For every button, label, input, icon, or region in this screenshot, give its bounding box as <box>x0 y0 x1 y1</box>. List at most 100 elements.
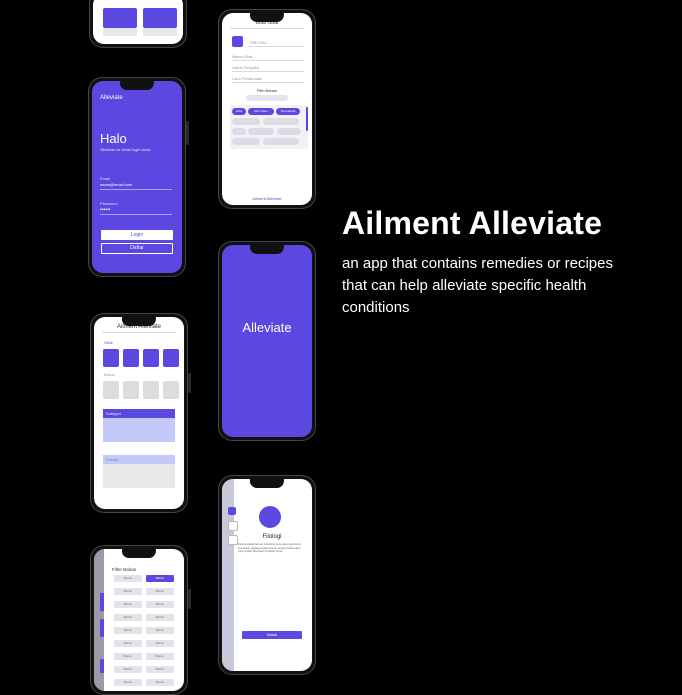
chip[interactable] <box>232 138 260 145</box>
kategori-card-body[interactable] <box>103 418 175 442</box>
filter-option[interactable]: Bahan <box>146 588 174 595</box>
kategori-label: Kategori <box>106 411 121 416</box>
obat-card[interactable] <box>123 349 139 367</box>
filter-option[interactable]: Bahan <box>114 666 142 673</box>
phone-top-partial <box>89 0 187 48</box>
filter-option[interactable]: Bahan <box>114 588 142 595</box>
filter-option[interactable]: Bahan <box>146 640 174 647</box>
chip-selected[interactable]: Temulawak <box>276 108 300 115</box>
chip[interactable] <box>232 118 260 125</box>
rail-accent <box>100 593 104 611</box>
chip[interactable] <box>248 128 274 135</box>
notch <box>249 245 285 254</box>
login-screen: Alleviate Halo Silahkan isi detail login… <box>92 81 182 273</box>
home-screen: Ailment Alleviate Obat Bahan Kategori Fa… <box>94 317 184 509</box>
screen <box>93 0 183 44</box>
login-subtitle: Silahkan isi detail login anda <box>100 147 151 152</box>
phone-create: Buat Obat Pilih Foto Nama Obat Untuk Pen… <box>218 9 316 209</box>
filter-option[interactable]: Bahan <box>146 666 174 673</box>
obat-card[interactable] <box>163 349 179 367</box>
filter-option[interactable]: Bahan <box>114 653 142 660</box>
scrollbar[interactable] <box>306 107 308 131</box>
bahan-card[interactable] <box>103 381 119 399</box>
section-obat: Obat <box>104 340 113 345</box>
phone-filter: Filter Bahan Bahan Bahan Bahan Bahan Bahan Ba… <box>90 545 191 695</box>
bahan-card[interactable] <box>163 381 179 399</box>
filter-option[interactable]: Bahan <box>114 640 142 647</box>
field-nama-obat[interactable]: Nama Obat <box>232 54 252 59</box>
filter-title: Filter Bahan <box>112 567 137 572</box>
divider <box>232 60 304 61</box>
chip-selected[interactable]: Jahe <box>232 108 246 115</box>
notch <box>121 549 157 558</box>
splash-brand: Alleviate <box>242 320 292 335</box>
obat-card[interactable] <box>143 349 159 367</box>
divider <box>232 82 304 83</box>
filter-option[interactable]: Bahan <box>146 653 174 660</box>
phone-home: Ailment Alleviate Obat Bahan Kategori Fa… <box>90 313 191 513</box>
phone-splash: Alleviate <box>218 241 316 441</box>
filter-option[interactable]: Bahan <box>114 627 142 634</box>
password-label: Password <box>100 201 118 206</box>
notch <box>249 13 285 22</box>
create-screen: Buat Obat Pilih Foto Nama Obat Untuk Pen… <box>222 13 312 205</box>
divider <box>232 71 304 72</box>
rail-icon[interactable] <box>228 521 238 531</box>
favorit-label: Favorit <box>106 457 119 462</box>
detail-image <box>259 506 281 528</box>
obat-card[interactable] <box>103 349 119 367</box>
notch <box>121 317 157 326</box>
detail-body: Filologi adalah ramuan tradisional yang … <box>238 543 301 554</box>
filter-option[interactable]: Bahan <box>146 614 174 621</box>
divider <box>248 46 304 47</box>
chip[interactable] <box>277 128 301 135</box>
favorit-card-header[interactable]: Favorit <box>103 455 175 464</box>
detail-title: Filologi <box>262 534 282 540</box>
filter-option[interactable]: Bahan <box>114 601 142 608</box>
filter-option[interactable]: Bahan <box>114 614 142 621</box>
side-button <box>188 373 191 393</box>
splash-screen: Alleviate <box>222 245 312 437</box>
section-bahan: Bahan <box>104 372 116 377</box>
password-field[interactable]: •••••• <box>100 207 172 215</box>
email-label: Email <box>100 176 111 181</box>
phone-detail: Filologi Filologi adalah ramuan tradisio… <box>218 475 316 675</box>
detail-screen: Filologi Filologi adalah ramuan tradisio… <box>222 479 312 671</box>
filter-option[interactable]: Bahan <box>146 627 174 634</box>
chip-selected[interactable]: Mint Daun <box>248 108 274 115</box>
phone-login: Alleviate Halo Silahkan isi detail login… <box>88 77 189 277</box>
ingredients-heading: Pilih Bahan <box>256 88 278 93</box>
rail-accent <box>100 619 104 637</box>
kategori-card-header[interactable]: Kategori <box>103 409 175 418</box>
register-button[interactable]: Daftar <box>101 243 173 254</box>
hero-title: Ailment Alleviate <box>342 205 603 241</box>
chip[interactable] <box>232 128 246 135</box>
divider <box>230 28 304 29</box>
login-greeting: Halo <box>100 131 127 146</box>
bahan-card[interactable] <box>143 381 159 399</box>
login-button[interactable]: Login <box>101 230 173 240</box>
filter-option[interactable]: Bahan <box>146 601 174 608</box>
rail-accent <box>100 659 104 673</box>
filter-option[interactable]: Bahan <box>146 575 174 582</box>
rail-icon-active[interactable] <box>228 507 236 515</box>
field-penyakit[interactable]: Untuk Penyakit <box>232 65 259 70</box>
filter-option[interactable]: Bahan <box>114 575 142 582</box>
create-footer: Ailment Alleviate <box>252 196 282 201</box>
bahan-card[interactable] <box>123 381 139 399</box>
side-button <box>186 121 189 145</box>
chip[interactable] <box>263 118 299 125</box>
card-image <box>143 8 177 28</box>
photo-label: Pilih Foto <box>250 40 267 45</box>
hero-description: an app that contains remedies or recipes… <box>342 255 613 316</box>
notch <box>249 479 285 488</box>
ingredient-search[interactable] <box>246 95 288 101</box>
photo-picker[interactable] <box>232 36 243 47</box>
email-field[interactable]: nama@email.com <box>100 182 172 190</box>
field-cara[interactable]: Cara Pembuatan <box>232 76 262 81</box>
card-caption <box>143 28 177 36</box>
login-brand: Alleviate <box>100 95 123 101</box>
detail-button[interactable]: Masak <box>242 631 302 639</box>
chip[interactable] <box>263 138 299 145</box>
favorit-card-body[interactable] <box>103 464 175 488</box>
